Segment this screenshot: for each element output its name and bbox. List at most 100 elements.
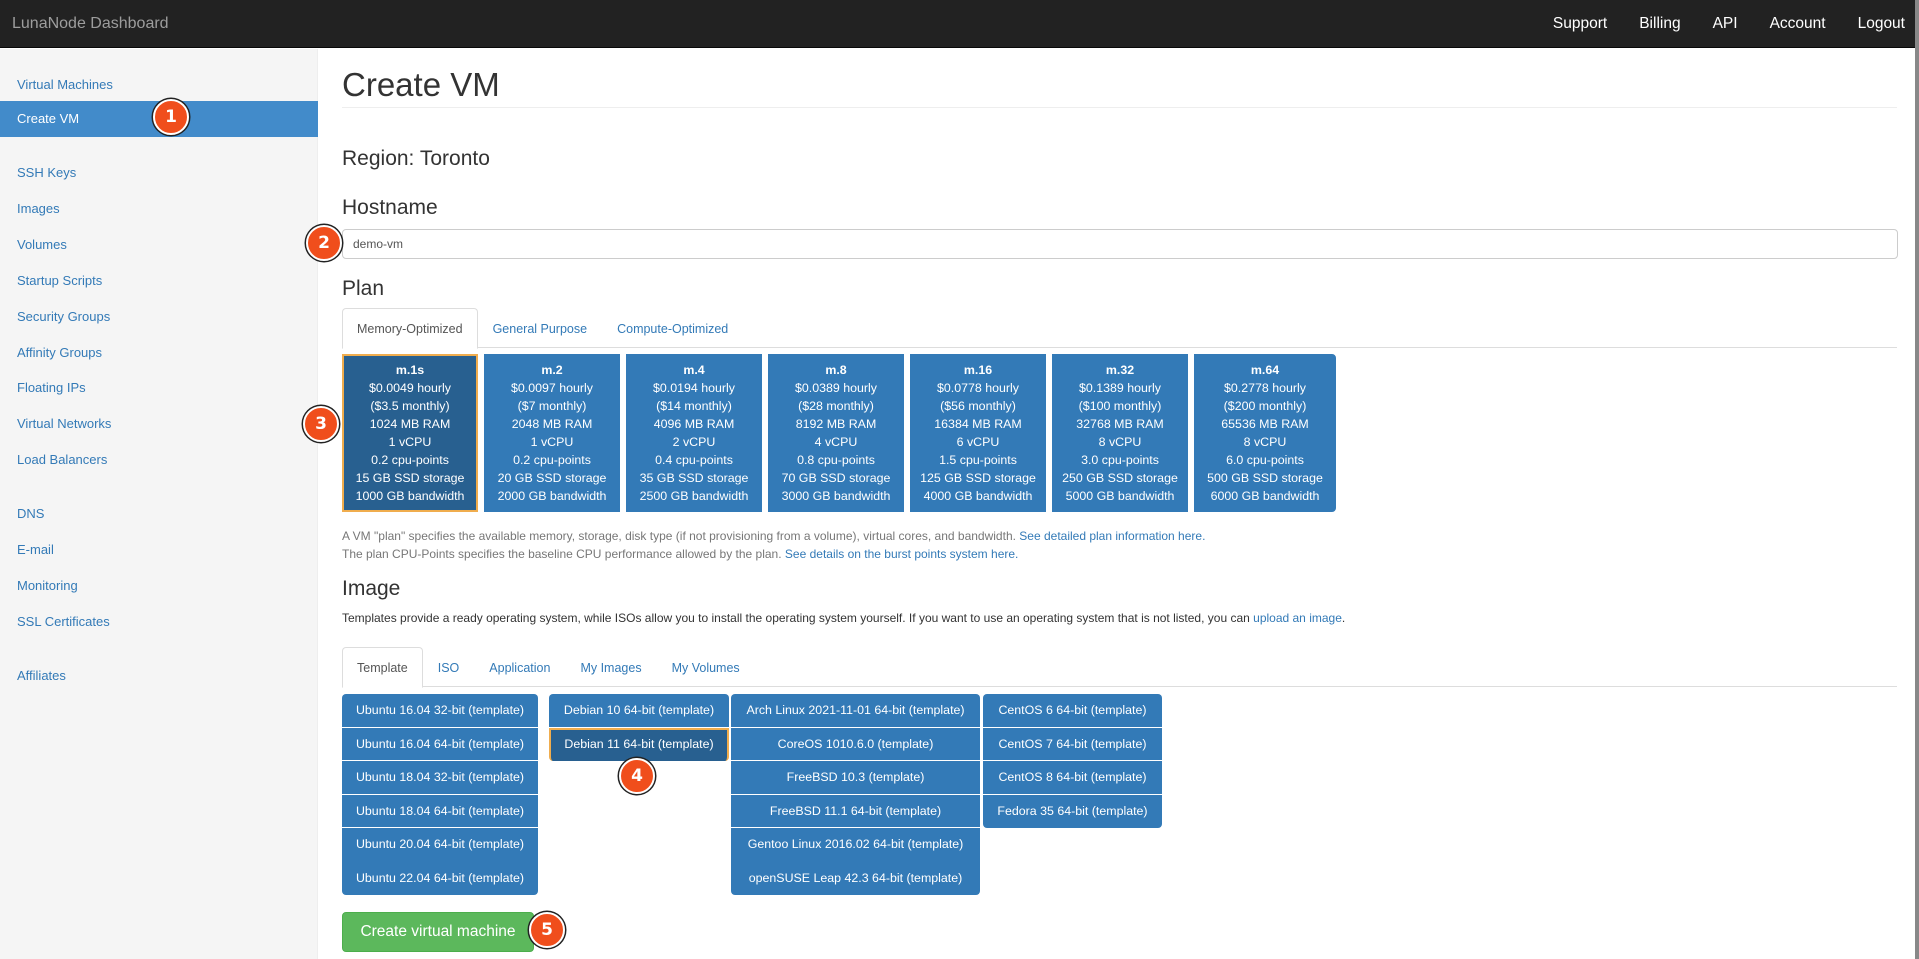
sidebar-item-ssh-keys[interactable]: SSH Keys: [0, 155, 318, 191]
template-option[interactable]: CentOS 7 64-bit (template): [983, 727, 1162, 761]
sidebar-item-virtual-machines[interactable]: Virtual Machines: [0, 67, 318, 103]
plan-card-m4[interactable]: m.4 $0.0194 hourly ($14 monthly) 4096 MB…: [626, 354, 762, 512]
template-column-ubuntu: Ubuntu 16.04 32-bit (template) Ubuntu 16…: [342, 694, 538, 895]
upload-image-link[interactable]: upload an image: [1253, 611, 1342, 625]
plan-name: m.64: [1250, 363, 1280, 377]
brand-link[interactable]: LunaNode Dashboard: [12, 15, 169, 33]
sidebar-item-monitoring[interactable]: Monitoring: [0, 568, 318, 604]
annotation-marker-3: 3: [303, 406, 339, 442]
plan-info-link[interactable]: See detailed plan information here.: [1019, 529, 1205, 543]
hostname-input[interactable]: [342, 229, 1898, 259]
tab-iso[interactable]: ISO: [423, 647, 475, 687]
tab-template[interactable]: Template: [342, 647, 423, 688]
template-option[interactable]: Ubuntu 18.04 64-bit (template): [342, 794, 538, 828]
nav-billing-link[interactable]: Billing: [1639, 15, 1680, 33]
template-option[interactable]: Fedora 35 64-bit (template): [983, 794, 1162, 828]
template-option[interactable]: Debian 10 64-bit (template): [549, 694, 729, 728]
sidebar-item-floating-ips[interactable]: Floating IPs: [0, 370, 318, 406]
sidebar-item-virtual-networks[interactable]: Virtual Networks: [0, 406, 318, 442]
plan-card-m64[interactable]: m.64 $0.2778 hourly ($200 monthly) 65536…: [1194, 354, 1336, 512]
plan-vcpu: 4 vCPU: [814, 435, 858, 449]
create-vm-button[interactable]: Create virtual machine: [342, 912, 534, 952]
plan-storage: 70 GB SSD storage: [781, 471, 891, 485]
plan-storage: 35 GB SSD storage: [639, 471, 749, 485]
region-heading: Region: Toronto: [342, 147, 490, 170]
template-option[interactable]: Ubuntu 16.04 32-bit (template): [342, 694, 538, 728]
tab-application[interactable]: Application: [474, 647, 565, 687]
plan-help-text: A VM "plan" specifies the available memo…: [342, 527, 1205, 563]
template-option[interactable]: CentOS 8 64-bit (template): [983, 761, 1162, 795]
plan-card-m32[interactable]: m.32 $0.1389 hourly ($100 monthly) 32768…: [1052, 354, 1188, 512]
plan-vcpu: 6 vCPU: [956, 435, 1000, 449]
tab-my-images[interactable]: My Images: [565, 647, 656, 687]
plan-ram: 32768 MB RAM: [1076, 417, 1164, 431]
template-option[interactable]: CoreOS 1010.6.0 (template): [731, 727, 980, 761]
plan-storage: 20 GB SSD storage: [497, 471, 607, 485]
tab-memory-optimized[interactable]: Memory-Optimized: [342, 308, 478, 349]
template-option[interactable]: openSUSE Leap 42.3 64-bit (template): [731, 861, 980, 895]
plan-hourly: $0.0389 hourly: [795, 381, 877, 395]
sidebar-item-affiliates[interactable]: Affiliates: [0, 658, 318, 694]
template-option[interactable]: Ubuntu 20.04 64-bit (template): [342, 828, 538, 862]
sidebar-item-volumes[interactable]: Volumes: [0, 227, 318, 263]
template-column-other: Arch Linux 2021-11-01 64-bit (template) …: [731, 694, 980, 895]
template-option[interactable]: FreeBSD 11.1 64-bit (template): [731, 794, 980, 828]
plan-ram: 8192 MB RAM: [795, 417, 877, 431]
tab-my-volumes[interactable]: My Volumes: [657, 647, 755, 687]
page-scrollbar[interactable]: [1915, 0, 1919, 959]
plan-cpu-points: 0.2 cpu-points: [371, 453, 449, 467]
template-option[interactable]: Ubuntu 16.04 64-bit (template): [342, 727, 538, 761]
nav-support-link[interactable]: Support: [1553, 15, 1607, 33]
plan-list: m.1s $0.0049 hourly ($3.5 monthly) 1024 …: [342, 354, 1342, 512]
template-option[interactable]: Ubuntu 22.04 64-bit (template): [342, 861, 538, 895]
plan-hourly: $0.1389 hourly: [1079, 381, 1161, 395]
burst-points-link[interactable]: See details on the burst points system h…: [785, 547, 1018, 561]
sidebar-item-dns[interactable]: DNS: [0, 496, 318, 532]
sidebar-item-startup-scripts[interactable]: Startup Scripts: [0, 263, 318, 299]
sidebar-item-load-balancers[interactable]: Load Balancers: [0, 442, 318, 478]
sidebar-item-affinity-groups[interactable]: Affinity Groups: [0, 335, 318, 371]
plan-bandwidth: 4000 GB bandwidth: [923, 489, 1033, 503]
image-heading: Image: [342, 577, 401, 600]
plan-hourly: $0.0194 hourly: [653, 381, 735, 395]
template-option-selected[interactable]: Debian 11 64-bit (template): [549, 727, 729, 761]
image-description: Templates provide a ready operating syst…: [342, 611, 1345, 625]
tab-general-purpose[interactable]: General Purpose: [478, 308, 603, 348]
plan-monthly: ($28 monthly): [798, 399, 874, 413]
sidebar-item-ssl-certificates[interactable]: SSL Certificates: [0, 604, 318, 640]
plan-monthly: ($14 monthly): [656, 399, 732, 413]
template-option[interactable]: CentOS 6 64-bit (template): [983, 694, 1162, 728]
sidebar-item-security-groups[interactable]: Security Groups: [0, 299, 318, 335]
template-option[interactable]: FreeBSD 10.3 (template): [731, 761, 980, 795]
nav-api-link[interactable]: API: [1713, 15, 1738, 33]
plan-ram: 65536 MB RAM: [1221, 417, 1309, 431]
plan-cpu-points: 3.0 cpu-points: [1081, 453, 1159, 467]
tab-compute-optimized[interactable]: Compute-Optimized: [602, 308, 743, 348]
image-description-end: .: [1341, 611, 1346, 625]
page-title: Create VM: [342, 66, 500, 103]
image-description-text: Templates provide a ready operating syst…: [342, 611, 1254, 625]
plan-help-line1: A VM "plan" specifies the available memo…: [342, 529, 1020, 543]
plan-vcpu: 8 vCPU: [1098, 435, 1142, 449]
sidebar-item-email[interactable]: E-mail: [0, 532, 318, 568]
plan-card-m8[interactable]: m.8 $0.0389 hourly ($28 monthly) 8192 MB…: [768, 354, 904, 512]
plan-storage: 500 GB SSD storage: [1207, 471, 1323, 485]
plan-ram: 16384 MB RAM: [934, 417, 1022, 431]
template-column-rhel: CentOS 6 64-bit (template) CentOS 7 64-b…: [983, 694, 1162, 828]
sidebar-item-images[interactable]: Images: [0, 191, 318, 227]
nav-account-link[interactable]: Account: [1770, 15, 1826, 33]
plan-storage: 125 GB SSD storage: [920, 471, 1036, 485]
plan-name: m.8: [825, 363, 847, 377]
plan-card-m2[interactable]: m.2 $0.0097 hourly ($7 monthly) 2048 MB …: [484, 354, 620, 512]
annotation-marker-2: 2: [306, 225, 342, 261]
template-option[interactable]: Ubuntu 18.04 32-bit (template): [342, 761, 538, 795]
template-option[interactable]: Arch Linux 2021-11-01 64-bit (template): [731, 694, 980, 728]
nav-logout-link[interactable]: Logout: [1858, 15, 1905, 33]
plan-bandwidth: 2000 GB bandwidth: [497, 489, 607, 503]
template-option[interactable]: Gentoo Linux 2016.02 64-bit (template): [731, 828, 980, 862]
plan-cpu-points: 6.0 cpu-points: [1226, 453, 1304, 467]
plan-vcpu: 1 vCPU: [530, 435, 574, 449]
plan-name: m.4: [683, 363, 705, 377]
plan-card-m16[interactable]: m.16 $0.0778 hourly ($56 monthly) 16384 …: [910, 354, 1046, 512]
plan-card-m1s[interactable]: m.1s $0.0049 hourly ($3.5 monthly) 1024 …: [342, 354, 478, 512]
